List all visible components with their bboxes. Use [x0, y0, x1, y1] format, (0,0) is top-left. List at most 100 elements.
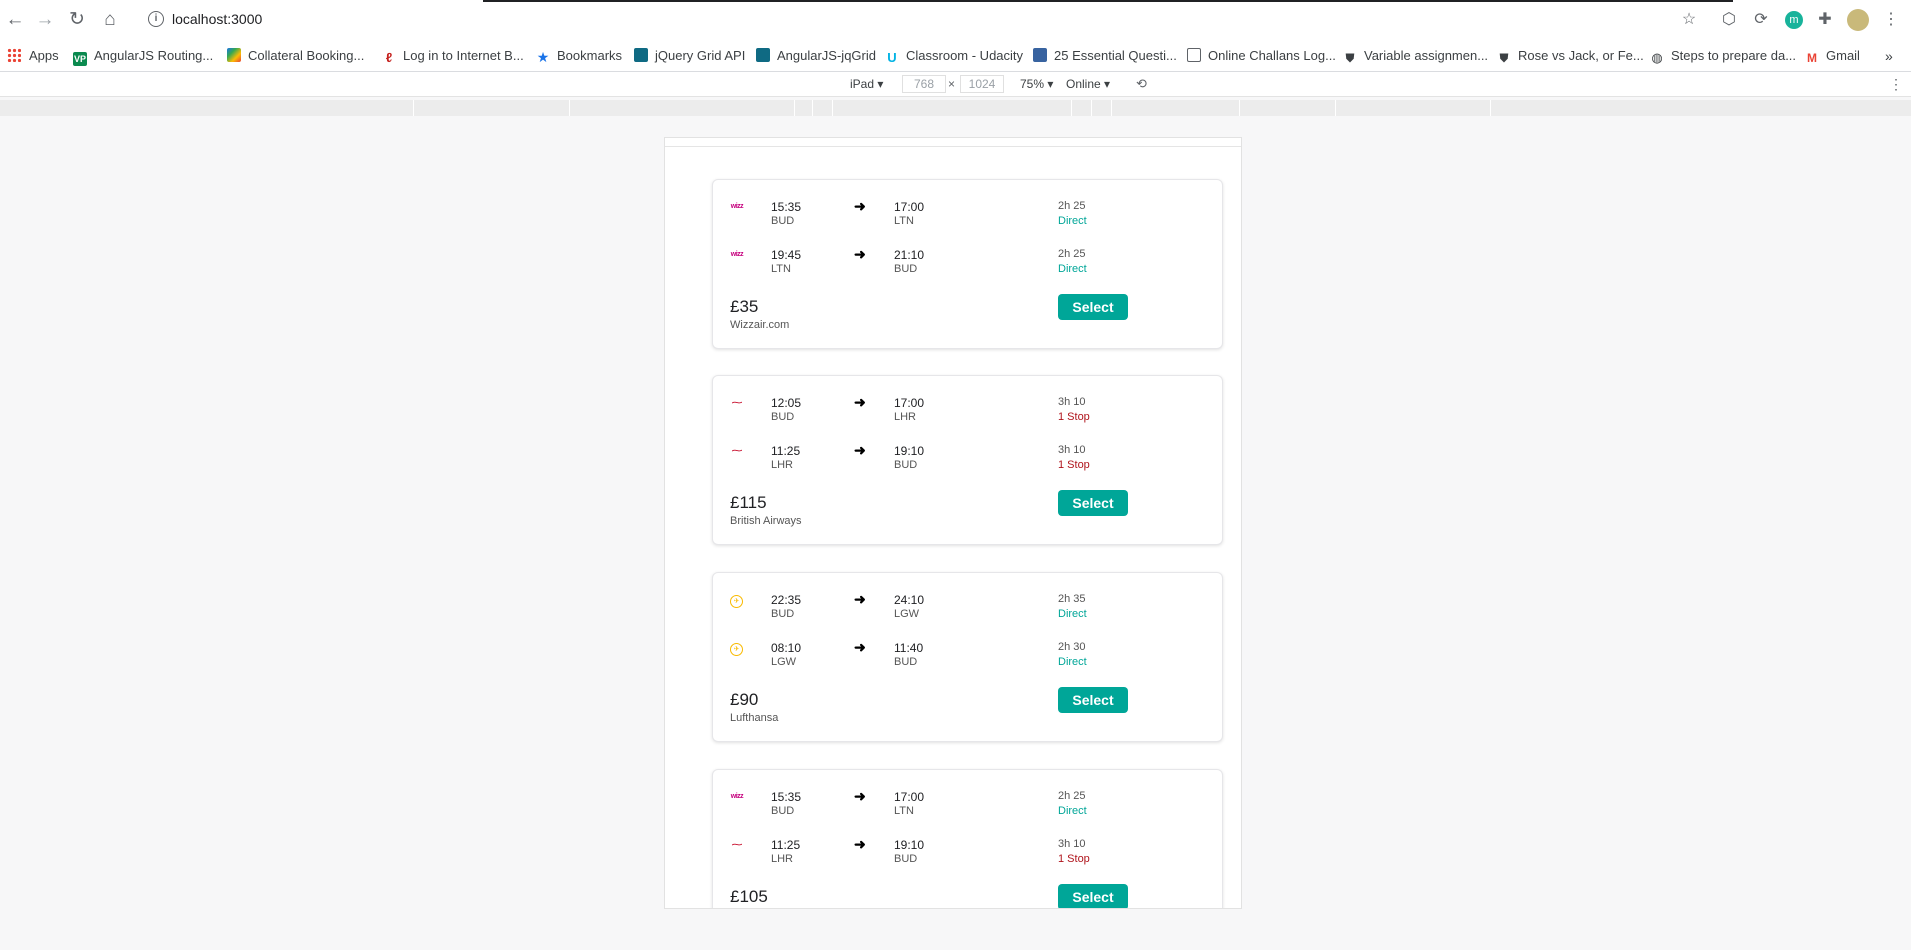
lufthansa-logo-icon: ✈: [730, 595, 743, 608]
flight-leg: ⁓ 11:25 LHR ➜ 19:10 BUD 3h 10 1 Stop: [713, 442, 1222, 476]
globe-icon: ◍: [1651, 50, 1663, 65]
gmail-icon: M: [1807, 51, 1817, 65]
jqgrid-icon: [756, 48, 770, 62]
arrow-right-icon: ➜: [854, 788, 866, 804]
select-button[interactable]: Select: [1058, 884, 1128, 908]
media-query-divider: [832, 100, 833, 116]
departure-airport: LHR: [771, 853, 794, 865]
arrow-right-icon: ➜: [854, 198, 866, 214]
kebab-menu-icon[interactable]: ⋮: [1881, 10, 1901, 30]
zoom-select[interactable]: 75% ▾: [1020, 77, 1053, 91]
kebab-menu-icon[interactable]: ⋮: [1889, 77, 1903, 91]
bank-logo-icon: ℓ: [382, 51, 396, 65]
back-icon[interactable]: ←: [2, 7, 28, 33]
ba-logo-icon: ⁓: [731, 839, 743, 851]
select-button[interactable]: Select: [1058, 490, 1128, 516]
arrival-airport: BUD: [894, 459, 918, 471]
arrival-airport: LGW: [894, 608, 920, 620]
arrival-airport: LTN: [894, 805, 914, 817]
viewport-height-input[interactable]: 1024: [960, 75, 1004, 93]
bookmark-item[interactable]: ⛊ Variable assignmen...: [1343, 47, 1488, 65]
departure-airport: BUD: [771, 805, 795, 817]
departure-airport: LTN: [771, 263, 791, 275]
device-select[interactable]: iPad ▾: [850, 77, 883, 91]
shield-icon: ⛊: [1345, 51, 1355, 65]
departure-time: 11:25: [771, 838, 801, 852]
departure-time: 11:25: [771, 444, 801, 458]
flight-duration: 2h 25: [1058, 200, 1086, 212]
media-query-divider: [1071, 100, 1072, 116]
media-query-divider: [413, 100, 414, 116]
forward-icon[interactable]: →: [32, 7, 58, 33]
departure-time: 15:35: [771, 200, 802, 214]
departure-airport: BUD: [771, 411, 795, 423]
sync-icon[interactable]: ⟳: [1751, 10, 1771, 30]
arrival-airport: LTN: [894, 215, 914, 227]
arrival-airport: LHR: [894, 411, 917, 423]
media-query-divider: [1239, 100, 1240, 116]
price: £105: [730, 887, 768, 906]
flight-leg: ✈ 08:10 LGW ➜ 11:40 BUD 2h 30 Direct: [713, 639, 1222, 673]
stops-label: 1 Stop: [1058, 411, 1090, 423]
bookmark-item[interactable]: jQuery Grid API: [634, 47, 745, 65]
bookmark-item[interactable]: ⛊ Rose vs Jack, or Fe...: [1497, 47, 1643, 65]
flight-leg: wizz 19:45 LTN ➜ 21:10 BUD 2h 25 Direct: [713, 246, 1222, 280]
lufthansa-logo-icon: ✈: [730, 643, 743, 656]
site-info-icon[interactable]: i: [148, 11, 164, 27]
stops-label: Direct: [1058, 805, 1087, 817]
wizz-logo-icon: wizz: [730, 793, 744, 800]
star-icon[interactable]: ☆: [1679, 10, 1699, 30]
select-button[interactable]: Select: [1058, 687, 1128, 713]
media-query-bars: [0, 100, 1911, 116]
arrival-airport: BUD: [894, 853, 918, 865]
media-query-divider: [1111, 100, 1112, 116]
reload-icon[interactable]: ↻: [64, 7, 90, 33]
bookmark-item[interactable]: M Gmail: [1805, 47, 1860, 65]
flight-duration: 2h 25: [1058, 248, 1086, 260]
stops-label: Direct: [1058, 656, 1087, 668]
bookmark-item[interactable]: ℓ Log in to Internet B...: [382, 47, 524, 65]
bookmark-item[interactable]: ★ Bookmarks: [536, 47, 622, 65]
viewport-width-input[interactable]: 768: [902, 75, 946, 93]
shield-icon: ⛊: [1499, 51, 1509, 65]
bookmark-item[interactable]: Collateral Booking...: [227, 47, 364, 65]
colorful-book-icon: [227, 48, 241, 62]
departure-time: 22:35: [771, 593, 802, 607]
bookmark-item[interactable]: Online Challans Log...: [1187, 47, 1336, 65]
arrow-right-icon: ➜: [854, 394, 866, 410]
bookmark-apps[interactable]: Apps: [7, 47, 59, 65]
bookmark-item[interactable]: 25 Essential Questi...: [1033, 47, 1177, 65]
extension-cube-icon[interactable]: ⬡: [1719, 10, 1739, 30]
wizz-logo-icon: wizz: [730, 203, 744, 210]
bookmark-item[interactable]: AngularJS-jqGrid: [756, 47, 876, 65]
stops-label: Direct: [1058, 215, 1087, 227]
arrival-time: 17:00: [894, 790, 925, 804]
departure-time: 19:45: [771, 248, 802, 262]
address-bar[interactable]: [140, 4, 1695, 36]
url-text[interactable]: localhost:3000: [172, 11, 262, 27]
arrival-time: 11:40: [894, 641, 924, 655]
flight-duration: 2h 35: [1058, 593, 1086, 605]
home-icon[interactable]: ⌂: [97, 7, 123, 33]
flight-duration: 2h 30: [1058, 641, 1086, 653]
select-button[interactable]: Select: [1058, 294, 1128, 320]
departure-airport: LGW: [771, 656, 797, 668]
extension-m-icon[interactable]: m: [1785, 11, 1803, 29]
browser-toolbar: ← → ↻ ⌂ i localhost:3000 ☆ ⬡ ⟳ m ✚ ⋮: [0, 0, 1911, 40]
more-bookmarks-icon[interactable]: »: [1885, 47, 1893, 65]
bookmark-item[interactable]: U Classroom - Udacity: [885, 47, 1023, 65]
device-toolbar: iPad ▾ 768 × 1024 75% ▾ Online ▾ ⟲ ⋮: [0, 72, 1911, 97]
star-icon: ★: [536, 49, 550, 65]
arrival-time: 19:10: [894, 838, 925, 852]
arrival-time: 21:10: [894, 248, 925, 262]
booking-agent: Wizzair.com: [730, 319, 790, 331]
rotate-icon[interactable]: ⟲: [1136, 77, 1147, 91]
bookmark-item[interactable]: VP AngularJS Routing...: [73, 47, 213, 66]
puzzle-icon[interactable]: ✚: [1815, 10, 1835, 30]
arrival-time: 24:10: [894, 593, 925, 607]
bookmark-item[interactable]: ◍ Steps to prepare da...: [1650, 47, 1796, 65]
network-throttle-select[interactable]: Online ▾: [1066, 77, 1110, 91]
price: £115: [730, 493, 767, 512]
avatar[interactable]: [1847, 9, 1869, 31]
flight-duration: 3h 10: [1058, 838, 1086, 850]
